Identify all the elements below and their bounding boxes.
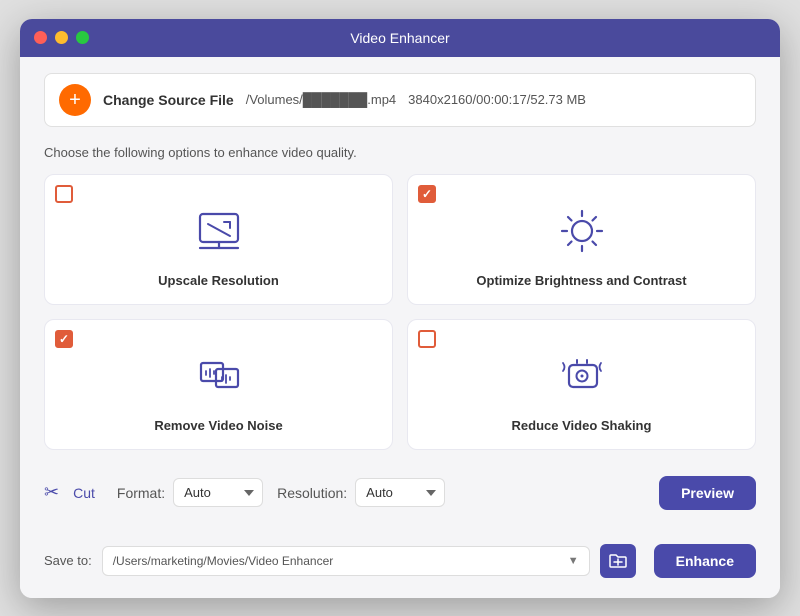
close-button[interactable] [34,31,47,44]
browse-folder-button[interactable] [600,544,636,578]
hint-text: Choose the following options to enhance … [44,145,756,160]
format-label: Format: [117,485,165,501]
checkbox-brightness[interactable] [418,185,436,203]
shaking-title: Reduce Video Shaking [512,418,652,433]
upscale-title: Upscale Resolution [158,273,279,288]
format-group: Format: Auto MP4 MOV AVI [117,478,263,507]
change-source-label: Change Source File [103,92,234,108]
file-meta: 3840x2160/00:00:17/52.73 MB [408,92,586,107]
main-window: Video Enhancer + Change Source File /Vol… [20,19,780,598]
shaking-icon [552,346,612,406]
cut-label: Cut [73,485,95,501]
resolution-dropdown[interactable]: Auto 1080p 4K 720p [355,478,445,507]
noise-title: Remove Video Noise [154,418,282,433]
main-content: + Change Source File /Volumes/███████.mp… [20,57,780,598]
checkbox-shaking[interactable] [418,330,436,348]
maximize-button[interactable] [76,31,89,44]
preview-button[interactable]: Preview [659,476,756,510]
scissors-icon: ✂ [44,482,59,503]
traffic-lights [34,31,89,44]
checkbox-noise[interactable] [55,330,73,348]
toolbar: ✂ Cut Format: Auto MP4 MOV AVI Resolutio… [44,466,756,520]
title-bar: Video Enhancer [20,19,780,57]
card-noise[interactable]: Remove Video Noise [44,319,393,450]
format-dropdown[interactable]: Auto MP4 MOV AVI [173,478,263,507]
noise-icon [189,346,249,406]
brightness-icon [552,201,612,261]
folder-icon [609,553,627,569]
enhance-button[interactable]: Enhance [654,544,756,578]
card-brightness[interactable]: Optimize Brightness and Contrast [407,174,756,305]
card-shaking[interactable]: Reduce Video Shaking [407,319,756,450]
save-label: Save to: [44,553,92,568]
save-path-text: /Users/marketing/Movies/Video Enhancer [113,554,334,568]
checkbox-upscale[interactable] [55,185,73,203]
save-bar: Save to: /Users/marketing/Movies/Video E… [44,534,756,578]
options-grid: Upscale Resolution [44,174,756,450]
minimize-button[interactable] [55,31,68,44]
resolution-group: Resolution: Auto 1080p 4K 720p [277,478,445,507]
resolution-label: Resolution: [277,485,347,501]
source-bar: + Change Source File /Volumes/███████.mp… [44,73,756,127]
save-path-display: /Users/marketing/Movies/Video Enhancer ▼ [102,546,590,576]
window-title: Video Enhancer [350,30,449,46]
path-dropdown-arrow: ▼ [568,555,579,567]
brightness-title: Optimize Brightness and Contrast [476,273,686,288]
upscale-icon [189,201,249,261]
add-source-button[interactable]: + [59,84,91,116]
file-path: /Volumes/███████.mp4 [246,92,396,107]
card-upscale[interactable]: Upscale Resolution [44,174,393,305]
